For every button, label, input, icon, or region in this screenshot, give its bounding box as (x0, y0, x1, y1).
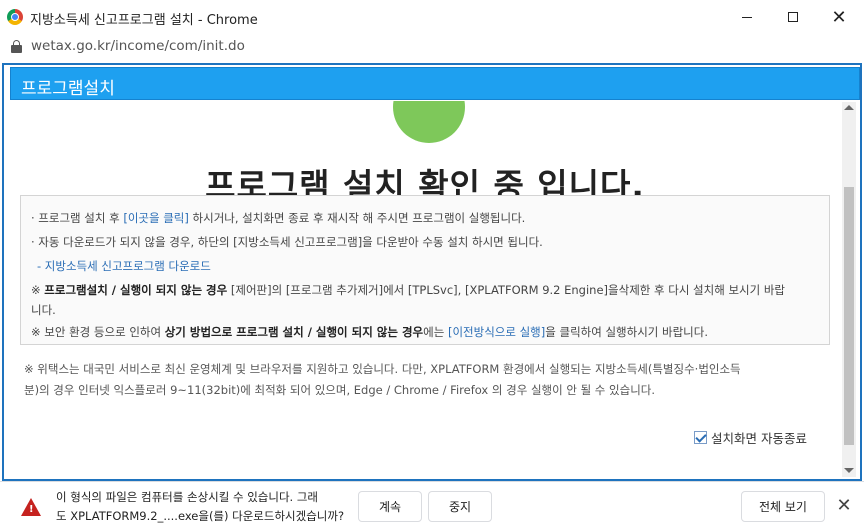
info-line-4: ※ 프로그램설치 / 실행이 되지 않는 경우 [제어판]의 [프로그램 추가제… (31, 283, 786, 297)
download-warning-message: 이 형식의 파일은 컴퓨터를 손상시킬 수 있습니다. 그래 도 XPLATFO… (56, 490, 345, 523)
notice-line-2: 분)의 경우 인터넷 익스플로러 9~11(32bit)에 최적화 되어 있으며… (24, 383, 656, 397)
info-line-6: ※ 보안 환경 등으로 인하여 상기 방법으로 프로그램 설치 / 실행이 되지… (31, 325, 708, 339)
show-all-button[interactable]: 전체 보기 (741, 491, 825, 522)
stop-button[interactable]: 중지 (428, 491, 492, 522)
status-circle-icon (393, 101, 465, 143)
auto-close-label[interactable]: 설치화면 자동종료 (711, 428, 807, 447)
window-title: 지방소득세 신고프로그램 설치 - Chrome (30, 13, 258, 28)
info-line-5: 니다. (31, 303, 56, 317)
scroll-down-arrow-icon[interactable] (844, 468, 854, 473)
title-bar: 지방소득세 신고프로그램 설치 - Chrome ✕ (0, 0, 864, 34)
click-here-link[interactable]: [이곳을 클릭] (123, 211, 189, 225)
info-line-2: · 자동 다운로드가 되지 않을 경우, 하단의 [지방소득세 신고프로그램]을… (31, 235, 543, 249)
info-box: · 프로그램 설치 후 [이곳을 클릭] 하시거나, 설치화면 종료 후 재시작… (20, 195, 830, 345)
auto-close-option[interactable]: 설치화면 자동종료 (694, 428, 807, 447)
warning-exclamation-icon: ! (29, 504, 34, 515)
info-line-1: · 프로그램 설치 후 [이곳을 클릭] 하시거나, 설치화면 종료 후 재시작… (31, 211, 526, 225)
close-window-button[interactable]: ✕ (816, 0, 862, 34)
content-frame: 프로그램설치 프로그램 설치 확인 중 입니다. · 프로그램 설치 후 [이곳… (2, 63, 862, 481)
minimize-button[interactable] (724, 0, 770, 34)
lock-icon[interactable] (11, 40, 22, 54)
download-program-link[interactable]: - 지방소득세 신고프로그램 다운로드 (37, 258, 211, 274)
maximize-button[interactable] (770, 0, 816, 34)
url-text[interactable]: wetax.go.kr/income/com/init.do (31, 38, 245, 54)
maximize-icon (788, 12, 798, 22)
chrome-logo-icon (7, 9, 23, 25)
scrollbar-thumb[interactable] (844, 187, 854, 445)
download-bar: ! 이 형식의 파일은 컴퓨터를 손상시킬 수 있습니다. 그래 도 XPLAT… (0, 481, 864, 532)
header-bar: 프로그램설치 (10, 67, 860, 100)
header-title: 프로그램설치 (21, 79, 115, 99)
auto-close-checkbox[interactable] (694, 431, 707, 444)
notice-line-1: ※ 위택스는 대국민 서비스로 최신 운영체계 및 브라우저를 지원하고 있습니… (24, 362, 741, 376)
continue-button[interactable]: 계속 (358, 491, 422, 522)
page-area: 프로그램 설치 확인 중 입니다. · 프로그램 설치 후 [이곳을 클릭] 하… (10, 101, 840, 477)
vertical-scrollbar[interactable] (842, 102, 856, 477)
close-download-bar-icon[interactable]: ✕ (834, 495, 854, 516)
minimize-icon (742, 16, 752, 18)
scroll-up-arrow-icon[interactable] (844, 105, 854, 110)
legacy-run-link[interactable]: [이전방식으로 실행] (448, 325, 545, 339)
